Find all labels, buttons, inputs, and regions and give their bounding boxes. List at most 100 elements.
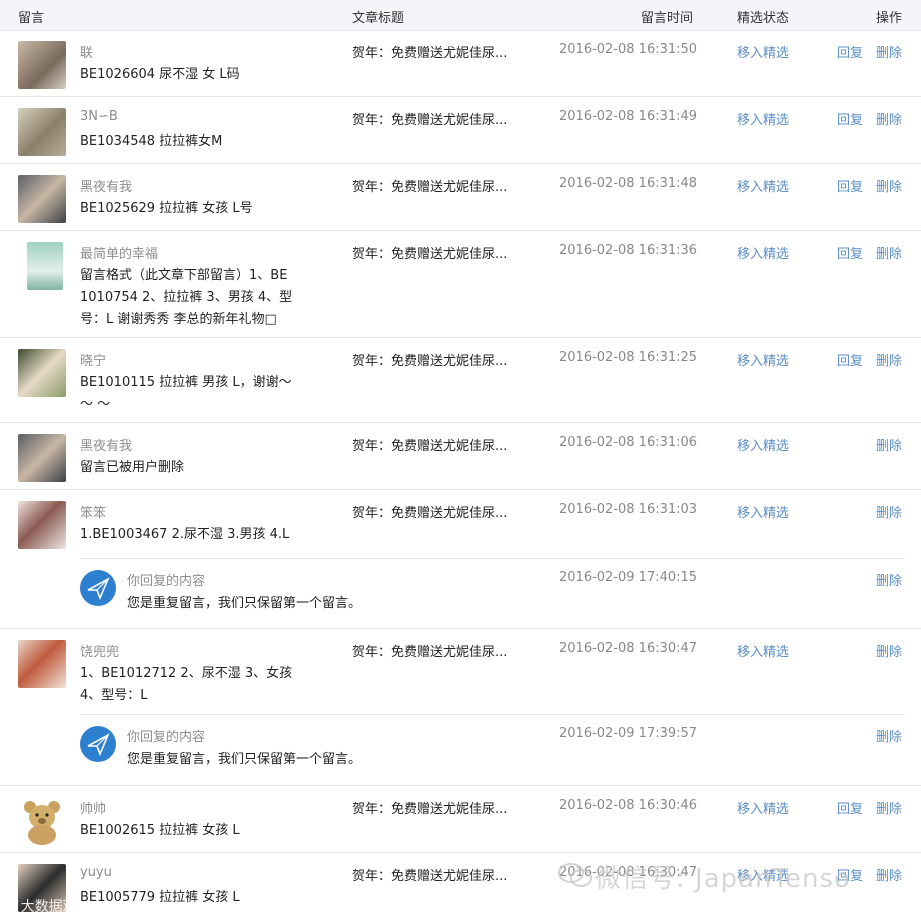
delete-link[interactable]: 删除: [876, 435, 902, 454]
article-title[interactable]: 贺年：免费赠送尤妮佳尿...: [352, 42, 507, 61]
reply-link[interactable]: 回复: [837, 109, 863, 128]
delete-link[interactable]: 删除: [876, 42, 902, 61]
article-title[interactable]: 贺年：免费赠送尤妮佳尿...: [352, 798, 507, 817]
reply-block: 你回复的内容 您是重复留言，我们只保留第一个留言。 2016-02-09 17:…: [80, 558, 905, 629]
reply-link[interactable]: 回复: [837, 176, 863, 195]
move-to-featured-link[interactable]: 移入精选: [737, 798, 789, 817]
move-to-featured-link[interactable]: 移入精选: [737, 109, 789, 128]
table-row: 笨笨 1.BE1003467 2.尿不湿 3.男孩 4.L 贺年：免费赠送尤妮佳…: [0, 491, 921, 629]
table-row: 3N∽B BE1034548 拉拉裤女M 贺年：免费赠送尤妮佳尿... 2016…: [0, 98, 921, 164]
row-divider: [0, 489, 921, 490]
delete-link[interactable]: 删除: [876, 350, 902, 369]
row-divider: [0, 230, 921, 231]
weibo-icon: ◔: [4, 899, 17, 915]
comment-text: BE1034548 拉拉裤女M: [80, 134, 223, 149]
delete-reply-link[interactable]: 删除: [876, 570, 902, 589]
row-divider: [0, 852, 921, 853]
move-to-featured-link[interactable]: 移入精选: [737, 243, 789, 262]
reply-link[interactable]: 回复: [837, 42, 863, 61]
delete-link[interactable]: 删除: [876, 109, 902, 128]
commenter-name: 最简单的幸福: [80, 247, 159, 262]
comment-time: 2016-02-08 16:31:48: [559, 176, 698, 191]
delete-link[interactable]: 删除: [876, 243, 902, 262]
move-to-featured-link[interactable]: 移入精选: [737, 350, 789, 369]
article-title[interactable]: 贺年：免费赠送尤妮佳尿...: [352, 350, 507, 369]
commenter-name: 黑夜有我: [80, 439, 133, 454]
article-title[interactable]: 贺年：免费赠送尤妮佳尿...: [352, 176, 507, 195]
delete-reply-link[interactable]: 删除: [876, 726, 902, 745]
commenter-name: 3N∽B: [80, 109, 118, 124]
reply-label: 你回复的内容: [127, 574, 206, 589]
avatar: [27, 242, 63, 290]
commenter-name: 黑夜有我: [80, 180, 133, 195]
avatar: [18, 349, 66, 397]
header-time: 留言时间: [641, 11, 694, 26]
delete-link[interactable]: 删除: [876, 641, 902, 660]
avatar: [18, 175, 66, 223]
article-title[interactable]: 贺年：免费赠送尤妮佳尿...: [352, 865, 507, 884]
header-feature: 精选状态: [737, 11, 790, 26]
table-header: 留言 文章标题 留言时间 精选状态 操作: [0, 0, 921, 31]
article-title[interactable]: 贺年：免费赠送尤妮佳尿...: [352, 502, 507, 521]
corner-watermark-text: 大数据观: [20, 899, 77, 915]
comment-time: 2016-02-08 16:31:49: [559, 109, 698, 124]
move-to-featured-link[interactable]: 移入精选: [737, 641, 789, 660]
row-divider: [0, 96, 921, 97]
row-divider: [0, 163, 921, 164]
avatar: [18, 501, 66, 549]
corner-watermark: ◔ 大数据观: [0, 896, 77, 916]
wechat-icon: [558, 863, 592, 887]
article-title[interactable]: 贺年：免费赠送尤妮佳尿...: [352, 109, 507, 128]
commenter-name: 帅帅: [80, 802, 107, 817]
reply-link[interactable]: 回复: [837, 350, 863, 369]
table-row: 帅帅 BE1002615 拉拉裤 女孩 L 贺年：免费赠送尤妮佳尿... 201…: [0, 787, 921, 853]
avatar: [18, 108, 66, 156]
table-row: 饶兜兜 1、BE1012712 2、尿不湿 3、女孩 4、型号：L 贺年：免费赠…: [0, 630, 921, 786]
row-divider: [0, 337, 921, 338]
reply-link[interactable]: 回复: [837, 798, 863, 817]
reply-label: 你回复的内容: [127, 730, 206, 745]
move-to-featured-link[interactable]: 移入精选: [737, 502, 789, 521]
comment-text: 1、BE1012712 2、尿不湿 3、女孩 4、型号：L: [80, 666, 293, 703]
reply-block: 你回复的内容 您是重复留言，我们只保留第一个留言。 2016-02-09 17:…: [80, 714, 905, 785]
article-title[interactable]: 贺年：免费赠送尤妮佳尿...: [352, 641, 507, 660]
row-divider: [0, 422, 921, 423]
table-row: 联 BE1026604 尿不湿 女 L码 贺年：免费赠送尤妮佳尿... 2016…: [0, 31, 921, 97]
commenter-name: 联: [80, 46, 94, 61]
comment-time: 2016-02-08 16:31:50: [559, 42, 698, 57]
delete-link[interactable]: 删除: [876, 502, 902, 521]
comment-time: 2016-02-08 16:31:25: [559, 350, 698, 365]
comment-time: 2016-02-08 16:31:36: [559, 243, 698, 258]
comment-text: 留言已被用户删除: [80, 460, 185, 475]
reply-link[interactable]: 回复: [837, 243, 863, 262]
avatar: [18, 434, 66, 482]
row-divider: [0, 785, 921, 786]
comment-text: BE1010115 拉拉裤 男孩 L，谢谢～ ～ ～: [80, 375, 292, 412]
header-action: 操作: [876, 11, 903, 26]
comment-time: 2016-02-08 16:31:06: [559, 435, 698, 450]
avatar: [18, 640, 66, 688]
comment-time: 2016-02-08 16:30:46: [559, 798, 698, 813]
comment-text: 留言格式（此文章下部留言）1、BE 1010754 2、拉拉裤 3、男孩 4、型…: [80, 268, 293, 327]
reply-text: 您是重复留言，我们只保留第一个留言。: [127, 752, 362, 767]
teddy-bear-avatar: [18, 797, 66, 845]
wechat-watermark: 微信号: JapanTenso: [555, 858, 851, 895]
commenter-name: 晓宁: [80, 354, 107, 369]
comment-text: BE1005779 拉拉裤 女孩 L: [80, 890, 240, 905]
commenter-name: 饶兜兜: [80, 645, 120, 660]
paper-plane-icon: [80, 726, 116, 762]
article-title[interactable]: 贺年：免费赠送尤妮佳尿...: [352, 243, 507, 262]
article-title[interactable]: 贺年：免费赠送尤妮佳尿...: [352, 435, 507, 454]
move-to-featured-link[interactable]: 移入精选: [737, 176, 789, 195]
comment-text: 1.BE1003467 2.尿不湿 3.男孩 4.L: [80, 527, 290, 542]
move-to-featured-link[interactable]: 移入精选: [737, 42, 789, 61]
comment-text: BE1026604 尿不湿 女 L码: [80, 67, 240, 82]
avatar: [18, 41, 66, 89]
row-divider: [0, 628, 921, 629]
move-to-featured-link[interactable]: 移入精选: [737, 435, 789, 454]
delete-link[interactable]: 删除: [876, 176, 902, 195]
table-row: 黑夜有我 BE1025629 拉拉裤 女孩 L号 贺年：免费赠送尤妮佳尿... …: [0, 165, 921, 231]
delete-link[interactable]: 删除: [876, 798, 902, 817]
comment-text: BE1002615 拉拉裤 女孩 L: [80, 823, 240, 838]
delete-link[interactable]: 删除: [876, 865, 902, 884]
